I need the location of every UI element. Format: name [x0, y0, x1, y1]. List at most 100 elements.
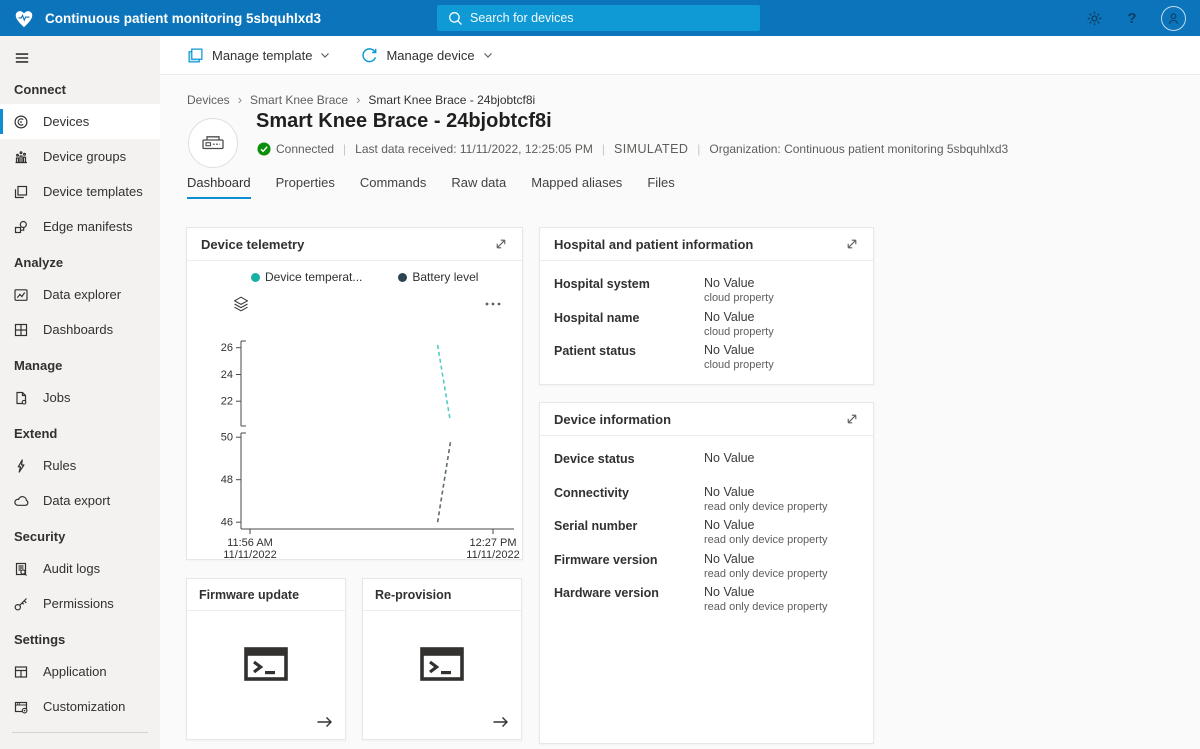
- property-label: Hardware version: [554, 585, 704, 600]
- sidebar-section-connect: Connect: [0, 71, 160, 104]
- manage-device-button[interactable]: Manage device: [361, 47, 493, 64]
- sidebar-item-data-explorer[interactable]: Data explorer: [0, 277, 160, 312]
- more-options-icon[interactable]: [484, 299, 502, 309]
- property-row-device-status: Device statusNo Value: [540, 451, 873, 485]
- svg-text:11:56 AM: 11:56 AM: [227, 537, 273, 549]
- expand-icon[interactable]: [845, 237, 859, 251]
- legend-label: Battery level: [412, 270, 478, 284]
- simulated-badge: SIMULATED: [614, 142, 688, 156]
- svg-text:11/11/2022: 11/11/2022: [466, 549, 519, 561]
- tab-raw-data[interactable]: Raw data: [451, 175, 506, 199]
- app-title: Continuous patient monitoring 5sbquhlxd3: [45, 11, 321, 26]
- sidebar-item-edge-manifests[interactable]: Edge manifests: [0, 209, 160, 244]
- menu-icon[interactable]: [13, 49, 33, 69]
- sidebar-item-label: Edge manifests: [43, 219, 133, 234]
- property-label: Patient status: [554, 343, 704, 358]
- status-separator: |: [602, 142, 605, 156]
- tab-commands[interactable]: Commands: [360, 175, 426, 199]
- chevron-down-icon: [482, 49, 494, 61]
- search-input[interactable]: [470, 11, 710, 25]
- sidebar-section-extend: Extend: [0, 415, 160, 448]
- settings-gear-icon[interactable]: [1085, 9, 1103, 27]
- customize-icon: [13, 699, 29, 715]
- breadcrumb-current: Smart Knee Brace - 24bjobtcf8i: [368, 93, 535, 107]
- edge-manifests-icon: [13, 219, 29, 235]
- expand-icon[interactable]: [494, 237, 508, 251]
- heart-pulse-logo-icon: [13, 8, 35, 28]
- sync-icon: [361, 47, 378, 64]
- device-avatar: [188, 118, 238, 168]
- audit-icon: [13, 561, 29, 577]
- run-command-arrow-icon[interactable]: [315, 713, 335, 731]
- chevron-down-icon: [319, 49, 331, 61]
- tab-mapped-aliases[interactable]: Mapped aliases: [531, 175, 622, 199]
- legend-dot: [251, 273, 260, 282]
- legend-dot: [398, 273, 407, 282]
- device-search[interactable]: [437, 5, 760, 31]
- breadcrumb-devices[interactable]: Devices: [187, 93, 230, 107]
- legend-item-battery-level[interactable]: Battery level: [398, 270, 478, 284]
- terminal-icon: [242, 643, 290, 685]
- sidebar-item-jobs[interactable]: Jobs: [0, 380, 160, 415]
- command-bar: Manage template Manage device: [160, 36, 1200, 75]
- property-sub-label: read only device property: [704, 601, 828, 613]
- property-sub-label: read only device property: [704, 568, 828, 580]
- legend-item-device-temperature[interactable]: Device temperat...: [251, 270, 362, 284]
- breadcrumb-template[interactable]: Smart Knee Brace: [250, 93, 348, 107]
- help-icon[interactable]: ?: [1123, 9, 1141, 27]
- sidebar-item-dashboards[interactable]: Dashboards: [0, 312, 160, 347]
- tab-files[interactable]: Files: [647, 175, 674, 199]
- user-avatar[interactable]: [1161, 6, 1186, 31]
- expand-icon[interactable]: [845, 412, 859, 426]
- re-provision-body: [363, 611, 521, 739]
- re-provision-title: Re-provision: [375, 588, 451, 602]
- device-tabs: Dashboard Properties Commands Raw data Mappe…: [187, 175, 675, 199]
- sidebar-section-settings: Settings: [0, 621, 160, 654]
- sidebar-item-devices[interactable]: Devices: [0, 104, 160, 139]
- sidebar-item-application[interactable]: Application: [0, 654, 160, 689]
- sidebar-item-data-export[interactable]: Data export: [0, 483, 160, 518]
- connected-check-icon: [257, 142, 271, 156]
- cloud-icon: [13, 493, 29, 509]
- property-value: No Valueread only device property: [704, 552, 828, 580]
- svg-text:11/11/2022: 11/11/2022: [223, 549, 276, 561]
- sidebar-item-audit-logs[interactable]: Audit logs: [0, 551, 160, 586]
- re-provision-card: Re-provision: [362, 578, 522, 740]
- sidebar-item-label: Permissions: [43, 596, 114, 611]
- last-data-received: Last data received: 11/11/2022, 12:25:05…: [355, 142, 593, 156]
- page-title: Smart Knee Brace - 24bjobtcf8i: [256, 110, 552, 133]
- property-sub-label: cloud property: [704, 359, 774, 371]
- sidebar-section-security: Security: [0, 518, 160, 551]
- run-command-arrow-icon[interactable]: [491, 713, 511, 731]
- sidebar-item-permissions[interactable]: Permissions: [0, 586, 160, 621]
- property-value: No Valuecloud property: [704, 310, 774, 338]
- sidebar-item-label: Jobs: [43, 390, 70, 405]
- manage-template-button[interactable]: Manage template: [187, 47, 331, 64]
- layers-icon[interactable]: [232, 295, 250, 313]
- iot-device-icon: [13, 114, 29, 130]
- breadcrumb-separator: [238, 92, 242, 107]
- sidebar-item-label: Devices: [43, 114, 89, 129]
- property-value: No Valueread only device property: [704, 485, 828, 513]
- grid-icon: [13, 322, 29, 338]
- sidebar-item-device-templates[interactable]: Device templates: [0, 174, 160, 209]
- hospital-card-header: Hospital and patient information: [540, 228, 873, 261]
- tab-dashboard[interactable]: Dashboard: [187, 175, 251, 199]
- sidebar-item-rules[interactable]: Rules: [0, 448, 160, 483]
- property-value: No Valueread only device property: [704, 585, 828, 613]
- tab-properties[interactable]: Properties: [276, 175, 335, 199]
- property-label: Device status: [554, 451, 704, 466]
- sidebar-section-manage: Manage: [0, 347, 160, 380]
- property-label: Serial number: [554, 518, 704, 533]
- sidebar-item-label: Customization: [43, 699, 125, 714]
- property-label: Connectivity: [554, 485, 704, 500]
- organization-label: Organization: Continuous patient monitor…: [709, 142, 1008, 156]
- search-icon: [447, 10, 464, 27]
- sidebar-item-device-groups[interactable]: Device groups: [0, 139, 160, 174]
- firmware-update-body: [187, 611, 345, 739]
- property-value: No Value: [704, 451, 755, 465]
- svg-text:50: 50: [221, 432, 233, 444]
- sidebar-item-label: Device groups: [43, 149, 126, 164]
- chart-icon: [13, 287, 29, 303]
- sidebar-item-customization[interactable]: Customization: [0, 689, 160, 724]
